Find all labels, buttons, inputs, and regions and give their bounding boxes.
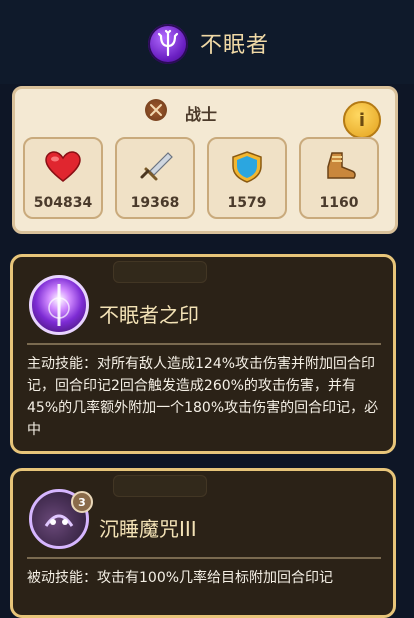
class-label: 战士	[185, 105, 218, 124]
skill-description: 被动技能：攻击有100%几率给目标附加回合印记	[27, 570, 334, 586]
trident-emblem-icon	[148, 24, 188, 64]
stat-value: 1160	[319, 195, 359, 211]
level-badge: 3	[71, 491, 93, 513]
heart-icon	[44, 151, 82, 183]
stat-speed: 1160	[299, 137, 379, 219]
stat-attack: 19368	[115, 137, 195, 219]
skill-card[interactable]: 3 沉睡魔咒III 被动技能：攻击有100%几率给目标附加回合印记	[10, 468, 396, 618]
hero-stats-panel: 战士 i 504834 19368 1579 1160	[12, 86, 398, 234]
stat-hp: 504834	[23, 137, 103, 219]
stat-value: 1579	[227, 195, 267, 211]
stat-defense: 1579	[207, 137, 287, 219]
crossed-swords-icon	[145, 99, 167, 121]
skill-card[interactable]: 不眠者之印 主动技能：对所有敌人造成124%攻击伤害并附加回合印记，回合印记2回…	[10, 254, 396, 454]
divider	[27, 557, 381, 559]
divider	[27, 343, 381, 345]
class-row: 战士 i	[15, 95, 395, 139]
info-button[interactable]: i	[343, 101, 381, 139]
ghost-tab	[113, 261, 207, 283]
header-bar: 不眠者	[0, 0, 414, 84]
sword-icon	[136, 151, 174, 183]
stat-value: 504834	[33, 195, 93, 211]
skill-name: 沉睡魔咒III	[99, 517, 197, 541]
page-title: 不眠者	[200, 33, 270, 58]
boot-icon	[320, 151, 358, 183]
shield-icon	[228, 151, 266, 183]
purple-sigil-icon	[29, 275, 89, 335]
skill-description: 主动技能：对所有敌人造成124%攻击伤害并附加回合印记，回合印记2回合触发造成2…	[27, 356, 379, 438]
stat-value: 19368	[130, 195, 180, 211]
skill-name: 不眠者之印	[99, 303, 199, 327]
ghost-tab	[113, 475, 207, 497]
